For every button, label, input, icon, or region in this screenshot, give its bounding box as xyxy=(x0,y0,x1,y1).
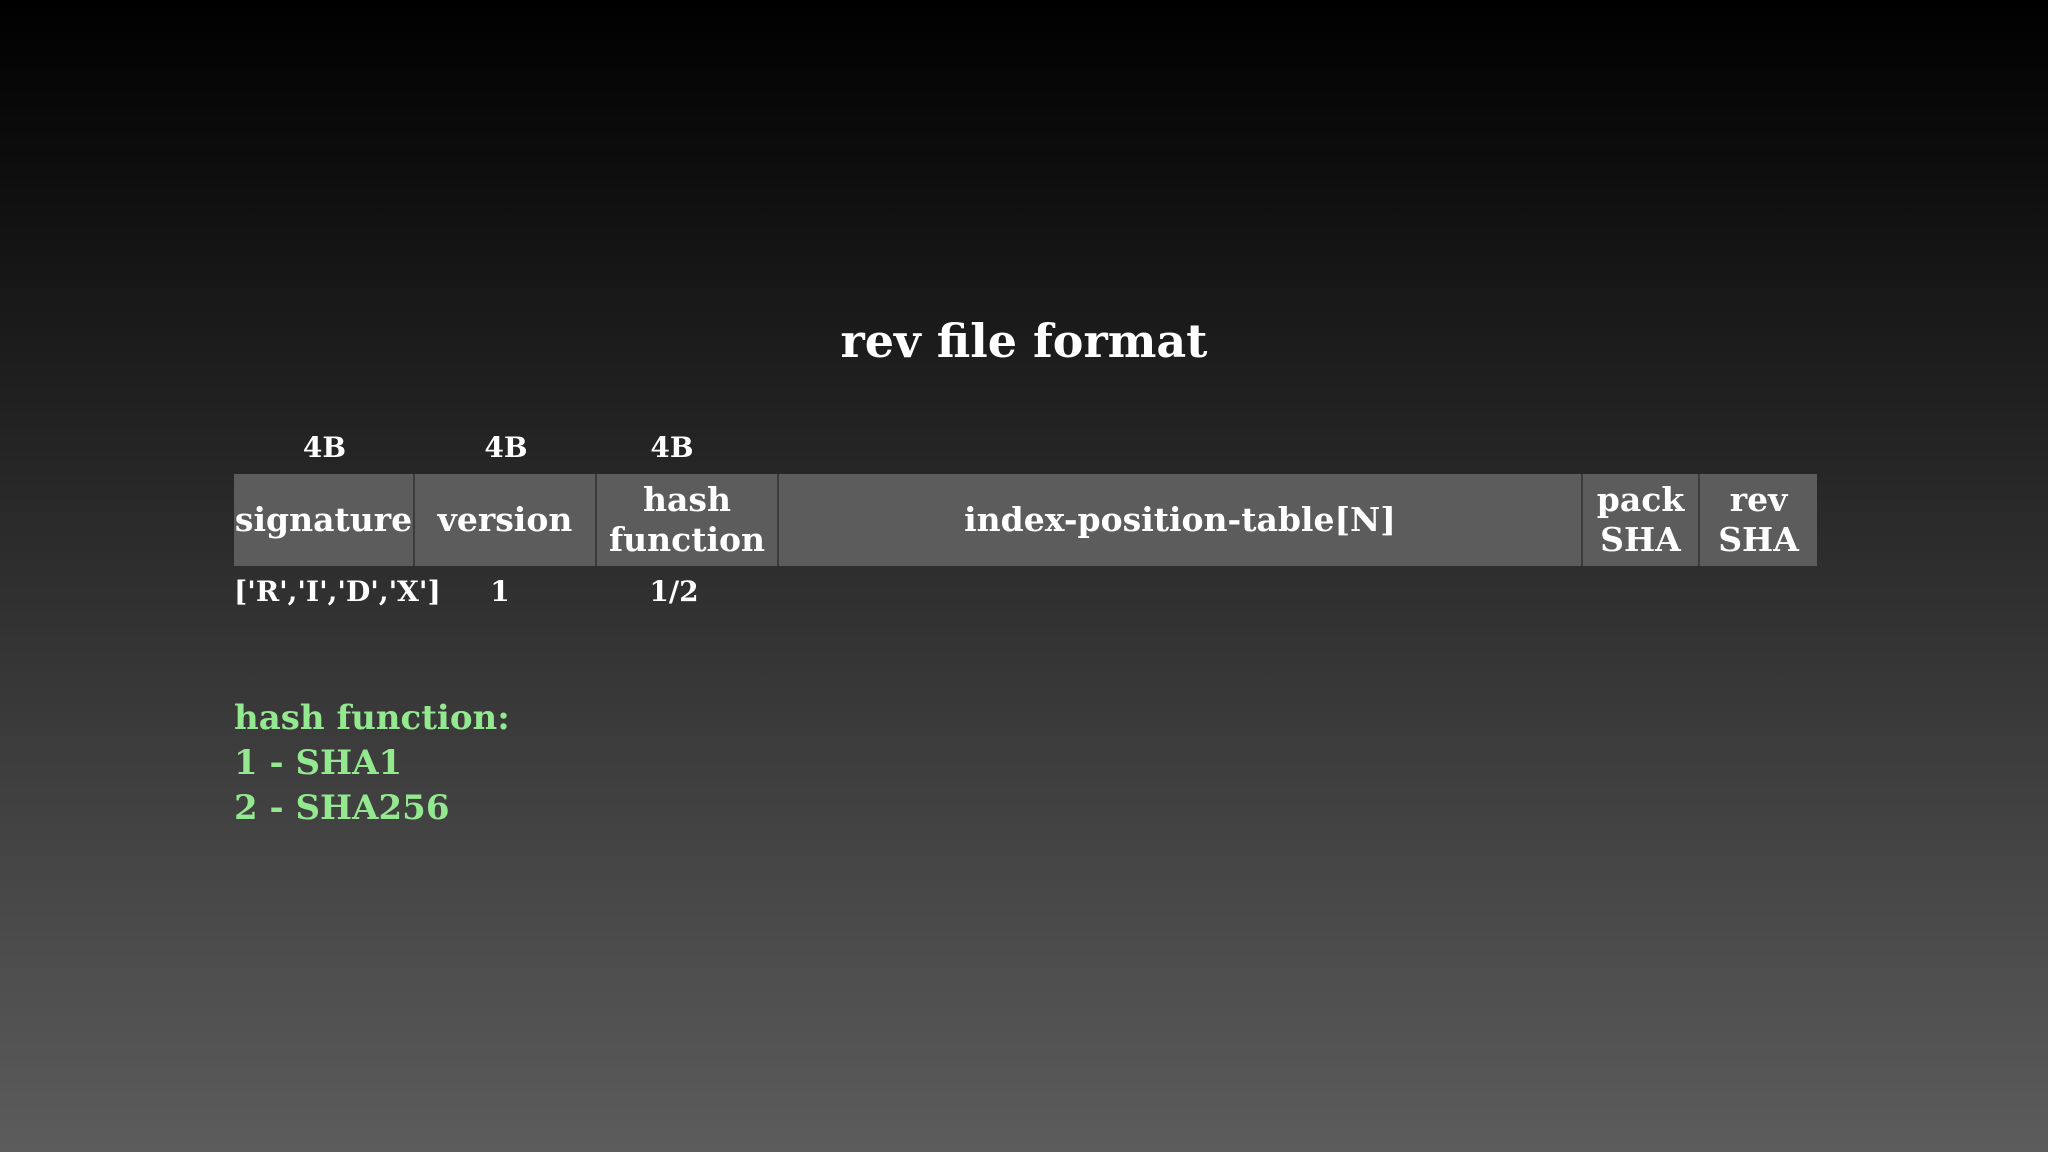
notes-line-sha1: 1 - SHA1 xyxy=(234,743,403,783)
field-index-position-table: index-position-table[N] xyxy=(779,474,1583,566)
notes-line-sha256: 2 - SHA256 xyxy=(234,788,450,828)
rev-format-table: signature version hash function index-po… xyxy=(234,474,1817,566)
notes-heading: hash function: xyxy=(234,698,510,738)
value-label-version: 1 xyxy=(490,575,510,608)
size-label-version: 4B xyxy=(484,431,528,464)
field-rev-sha: rev SHA xyxy=(1700,474,1817,566)
field-signature: signature xyxy=(234,474,415,566)
field-pack-sha: pack SHA xyxy=(1583,474,1700,566)
value-label-hash-function: 1/2 xyxy=(649,575,699,608)
diagram-title: rev file format xyxy=(840,314,1208,368)
field-hash-function: hash function xyxy=(597,474,779,566)
value-label-signature: ['R','I','D','X'] xyxy=(234,575,441,608)
field-version: version xyxy=(415,474,597,566)
size-label-hash-function: 4B xyxy=(650,431,694,464)
hash-function-notes: hash function: 1 - SHA1 2 - SHA256 xyxy=(234,696,510,831)
size-label-signature: 4B xyxy=(302,431,347,464)
